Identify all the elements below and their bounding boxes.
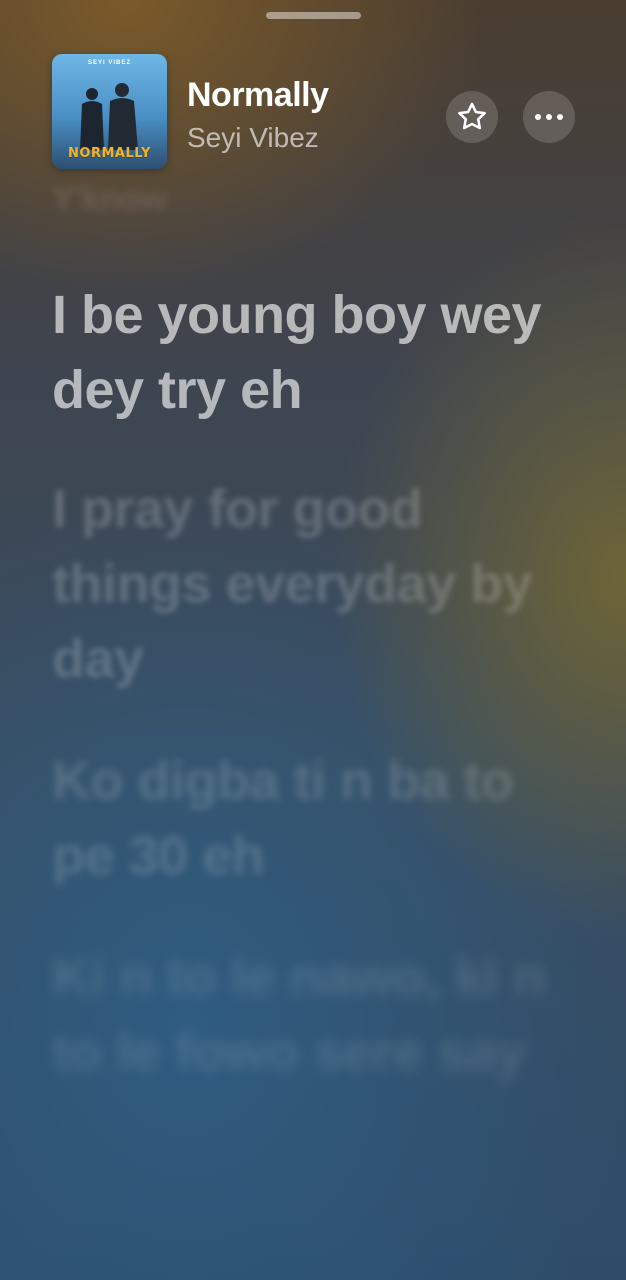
artwork-title-text: NORMALLY [68,146,151,161]
upcoming-lyric-line[interactable]: Ki n to le nawo, ki n to le fowo sere sa… [52,940,572,1090]
album-artwork[interactable]: SEYI VIBEZ NORMALLY [52,54,167,169]
track-title[interactable]: Normally [187,76,329,115]
upcoming-lyric-line[interactable]: Ko digba ti n ba to pe 30 eh [52,744,572,894]
track-artist[interactable]: Seyi Vibez [187,122,319,154]
previous-lyric-line[interactable]: Y'know [52,180,167,219]
favorite-button[interactable] [446,91,498,143]
ellipsis-icon [535,114,563,120]
upcoming-lyric-line[interactable]: I pray for good things everyday by day [52,472,572,697]
star-icon [458,102,486,130]
current-lyric-line[interactable]: I be young boy wey dey try eh [52,278,582,428]
now-playing-header: SEYI VIBEZ NORMALLY Normally Seyi Vibez [0,0,626,200]
more-options-button[interactable] [523,91,575,143]
